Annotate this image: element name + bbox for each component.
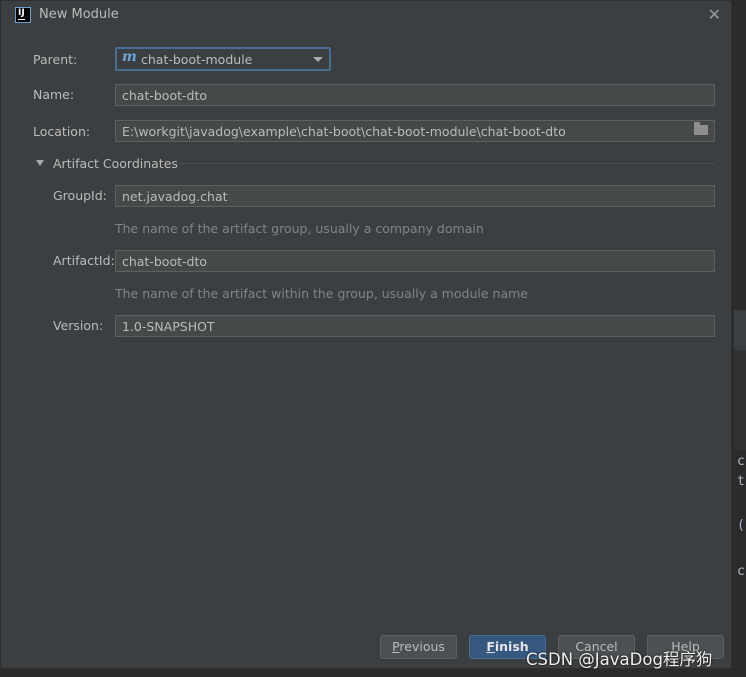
- ide-right-char-1: c: [737, 454, 745, 469]
- chevron-down-icon[interactable]: [313, 57, 323, 62]
- name-field[interactable]: chat-boot-dto: [115, 84, 715, 106]
- maven-module-icon: m: [122, 49, 137, 65]
- ide-right-char-4: c: [737, 564, 745, 579]
- version-label: Version:: [53, 318, 104, 333]
- location-label: Location:: [33, 124, 91, 139]
- finish-mnemonic: F: [486, 639, 495, 654]
- section-divider: [177, 163, 715, 164]
- location-field-value: E:\workgit\javadog\example\chat-boot\cha…: [122, 124, 566, 139]
- close-icon[interactable]: ✕: [708, 5, 721, 24]
- new-module-dialog: IJ New Module ✕ Parent: m chat-boot-modu…: [0, 0, 732, 669]
- dialog-title: New Module: [39, 7, 119, 22]
- parent-select-value: chat-boot-module: [141, 52, 253, 67]
- ide-right-char-2: t: [737, 474, 745, 489]
- previous-button[interactable]: Previous: [380, 635, 457, 659]
- groupid-field[interactable]: net.javadog.chat: [115, 185, 715, 207]
- artifact-coordinates-title[interactable]: Artifact Coordinates: [53, 156, 178, 171]
- folder-icon[interactable]: [694, 122, 708, 135]
- artifactid-hint: The name of the artifact within the grou…: [115, 286, 528, 301]
- parent-select[interactable]: m chat-boot-module: [115, 47, 331, 71]
- finish-label: inish: [494, 639, 529, 654]
- csdn-watermark: CSDN @JavaDog程序狗: [526, 650, 713, 669]
- ide-background-right: [734, 310, 746, 350]
- name-label: Name:: [33, 87, 75, 102]
- ide-background-right-lower: [734, 350, 746, 450]
- dialog-titlebar: IJ New Module ✕: [1, 1, 731, 31]
- collapse-triangle-icon[interactable]: [36, 160, 44, 166]
- artifactid-field[interactable]: chat-boot-dto: [115, 250, 715, 272]
- artifactid-label: ArtifactId:: [53, 253, 115, 268]
- groupid-hint: The name of the artifact group, usually …: [115, 221, 484, 236]
- previous-label: revious: [399, 639, 445, 654]
- groupid-label: GroupId:: [53, 188, 107, 203]
- version-field[interactable]: 1.0-SNAPSHOT: [115, 315, 715, 337]
- location-field[interactable]: E:\workgit\javadog\example\chat-boot\cha…: [115, 120, 715, 142]
- ide-right-char-3: (: [737, 518, 745, 533]
- intellij-app-icon: IJ: [15, 7, 31, 23]
- parent-label: Parent:: [33, 52, 78, 67]
